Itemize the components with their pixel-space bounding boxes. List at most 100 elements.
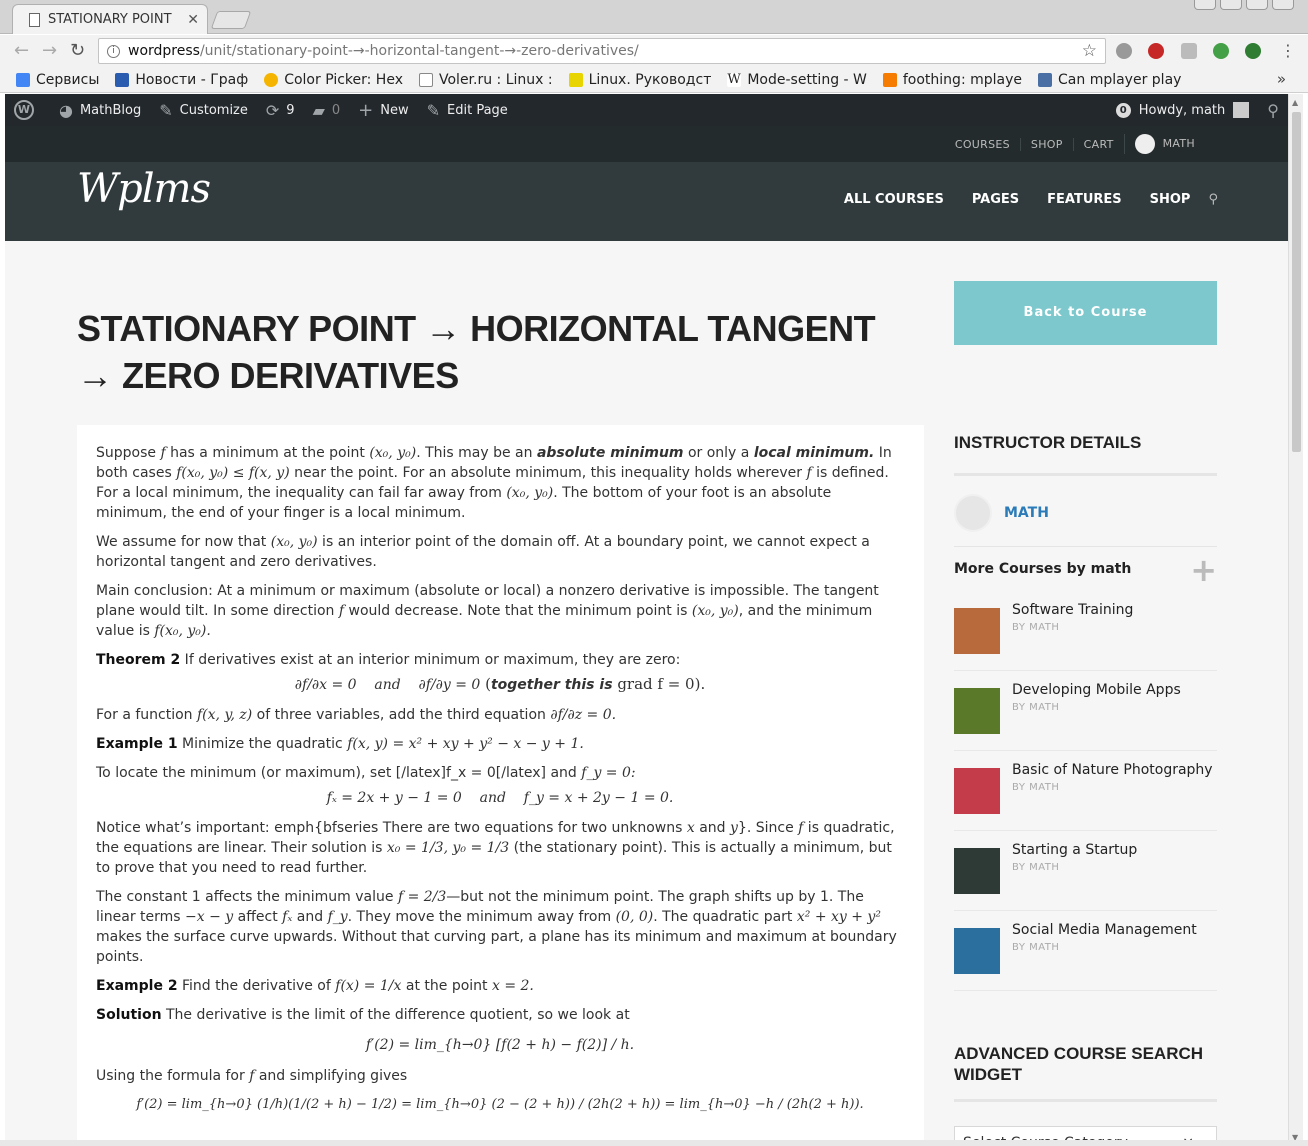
paragraph: Theorem 2 If derivatives exist at an int… bbox=[96, 652, 681, 668]
customize-link[interactable]: ✎ Customize bbox=[150, 94, 257, 126]
bookmark-star-icon[interactable]: ☆ bbox=[1082, 41, 1097, 61]
paragraph: Using the formula for f and simplifying … bbox=[96, 1068, 408, 1084]
course-thumbnail[interactable] bbox=[954, 608, 1000, 654]
site-name-link[interactable]: ◕ MathBlog bbox=[50, 94, 150, 126]
page-title: STATIONARY POINT → HORIZONTAL TANGENT → … bbox=[77, 308, 876, 396]
bookmark-item[interactable]: Новости - Граф bbox=[115, 72, 248, 88]
bookmark-item[interactable]: Сервисы bbox=[16, 72, 99, 88]
bookmark-item[interactable]: Color Picker: Hex bbox=[264, 72, 403, 88]
notifications-button[interactable]: 0 Howdy, math bbox=[1107, 94, 1259, 126]
bookmark-favicon bbox=[115, 72, 130, 87]
new-content-link[interactable]: + New bbox=[349, 94, 417, 126]
top-nav-cart[interactable]: CART bbox=[1072, 137, 1124, 151]
wordpress-icon: W bbox=[14, 100, 34, 120]
expand-plus-icon[interactable]: + bbox=[1190, 551, 1217, 589]
sidebar: Back to Course INSTRUCTOR DETAILS MATH M… bbox=[954, 281, 1217, 1146]
browser-tab[interactable]: STATIONARY POINT ✕ bbox=[12, 4, 208, 34]
info-icon[interactable]: i bbox=[107, 44, 120, 58]
instructor-row: MATH bbox=[954, 494, 1217, 532]
address-bar[interactable]: i wordpress/unit/stationary-point-→-hori… bbox=[98, 38, 1106, 64]
course-author: BY MATH bbox=[1012, 782, 1060, 793]
course-item[interactable]: Software Training BY MATH bbox=[954, 591, 1217, 671]
menu-dots-icon[interactable]: ⋮ bbox=[1280, 41, 1296, 61]
bookmark-item[interactable]: foothing: mplaye bbox=[882, 72, 1022, 88]
page-content: STATIONARY POINT → HORIZONTAL TANGENT → … bbox=[5, 241, 1288, 1146]
scrollbar-thumb[interactable] bbox=[1292, 112, 1301, 452]
nav-all-courses[interactable]: ALL COURSES bbox=[844, 192, 944, 207]
course-title[interactable]: Basic of Nature Photography bbox=[1012, 762, 1213, 778]
top-nav-courses[interactable]: COURSES bbox=[945, 138, 1020, 151]
site-top-bar: COURSES SHOP CART MATH bbox=[5, 126, 1288, 162]
page-icon bbox=[419, 72, 433, 87]
new-tab-button[interactable] bbox=[210, 11, 252, 29]
course-item[interactable]: Developing Mobile Apps BY MATH bbox=[954, 671, 1217, 751]
scroll-up-arrow-icon[interactable]: ▲ bbox=[1292, 98, 1298, 107]
reload-icon[interactable]: ↻ bbox=[70, 41, 85, 61]
course-item[interactable]: Starting a Startup BY MATH bbox=[954, 831, 1217, 911]
bookmark-item[interactable]: Can mplayer play bbox=[1038, 72, 1181, 88]
course-title[interactable]: Developing Mobile Apps bbox=[1012, 682, 1181, 698]
browser-tab-strip: STATIONARY POINT ✕ bbox=[0, 0, 1308, 34]
course-thumbnail[interactable] bbox=[954, 768, 1000, 814]
tab-title: STATIONARY POINT bbox=[48, 12, 172, 27]
minimize-button[interactable] bbox=[1220, 0, 1242, 10]
admin-search-button[interactable]: ⚲ bbox=[1258, 94, 1288, 126]
extension-frog-icon[interactable] bbox=[1213, 43, 1229, 59]
extension-shield-icon[interactable] bbox=[1181, 43, 1197, 59]
comment-icon: ▰ bbox=[312, 100, 325, 120]
instructor-avatar[interactable] bbox=[954, 494, 992, 532]
updates-link[interactable]: ⟳ 9 bbox=[257, 94, 304, 126]
course-thumbnail[interactable] bbox=[954, 928, 1000, 974]
course-item[interactable]: Basic of Nature Photography BY MATH bbox=[954, 751, 1217, 831]
extension-globe-icon[interactable] bbox=[1116, 43, 1132, 59]
window-controls bbox=[1194, 0, 1294, 10]
page-scrollbar[interactable]: ▲ ▼ bbox=[1288, 94, 1303, 1146]
page-icon bbox=[29, 12, 40, 27]
main-nav: ALL COURSES PAGES FEATURES SHOP ⚲ bbox=[816, 192, 1218, 207]
course-thumbnail[interactable] bbox=[954, 688, 1000, 734]
url-host: wordpress bbox=[128, 43, 200, 59]
maximize-button[interactable] bbox=[1246, 0, 1268, 10]
avatar bbox=[1233, 102, 1250, 118]
back-arrow-icon[interactable]: ← bbox=[14, 41, 29, 61]
back-to-course-button[interactable]: Back to Course bbox=[954, 281, 1217, 345]
nav-pages[interactable]: PAGES bbox=[972, 192, 1019, 207]
wordpress-logo-button[interactable]: W bbox=[5, 94, 50, 126]
bookmark-favicon bbox=[568, 72, 583, 87]
top-nav-user[interactable]: MATH bbox=[1123, 134, 1205, 154]
wp-admin-bar: W ◕ MathBlog ✎ Customize ⟳ 9 ▰ 0 + New ✎ Edit … bbox=[5, 94, 1288, 126]
course-search-title: ADVANCED COURSE SEARCH WIDGET bbox=[954, 1043, 1217, 1102]
nav-shop[interactable]: SHOP bbox=[1150, 192, 1191, 207]
top-nav-shop[interactable]: SHOP bbox=[1019, 137, 1073, 151]
pencil-icon: ✎ bbox=[426, 100, 441, 120]
course-item[interactable]: Social Media Management BY MATH bbox=[954, 911, 1217, 991]
bookmark-item[interactable]: Voler.ru : Linux : bbox=[419, 72, 553, 88]
user-profile-button[interactable] bbox=[1194, 0, 1216, 10]
search-icon[interactable]: ⚲ bbox=[1208, 192, 1218, 207]
instructor-name-link[interactable]: MATH bbox=[1004, 505, 1049, 521]
close-tab-icon[interactable]: ✕ bbox=[187, 12, 199, 28]
apps-icon bbox=[16, 72, 30, 87]
bookmark-favicon bbox=[1038, 72, 1053, 87]
more-bookmarks-button[interactable]: » bbox=[1277, 70, 1286, 88]
paragraph: For a function f(x, y, z) of three varia… bbox=[96, 707, 617, 723]
extension-block-icon[interactable] bbox=[1148, 43, 1164, 59]
plus-icon: + bbox=[358, 99, 374, 121]
edit-page-link[interactable]: ✎ Edit Page bbox=[418, 94, 517, 126]
close-window-button[interactable] bbox=[1272, 0, 1294, 10]
equation: ∂f/∂x = 0 and ∂f/∂y = 0 (together this i… bbox=[294, 675, 706, 693]
extension-check-icon[interactable] bbox=[1245, 43, 1261, 59]
notification-count-badge: 0 bbox=[1115, 102, 1131, 118]
comments-link[interactable]: ▰ 0 bbox=[304, 94, 350, 126]
nav-features[interactable]: FEATURES bbox=[1047, 192, 1122, 207]
bookmark-item[interactable]: W Mode-setting - W bbox=[727, 72, 867, 88]
forward-arrow-icon[interactable]: → bbox=[42, 41, 57, 61]
course-author: BY MATH bbox=[1012, 942, 1060, 953]
bookmark-item[interactable]: Linux. Руководст bbox=[568, 72, 711, 88]
course-thumbnail[interactable] bbox=[954, 848, 1000, 894]
site-logo[interactable]: Wplms bbox=[77, 166, 211, 212]
course-title[interactable]: Social Media Management bbox=[1012, 922, 1197, 938]
article-body: Suppose f has a minimum at the point (x₀… bbox=[77, 425, 924, 1146]
course-title[interactable]: Starting a Startup bbox=[1012, 842, 1137, 858]
course-title[interactable]: Software Training bbox=[1012, 602, 1133, 618]
